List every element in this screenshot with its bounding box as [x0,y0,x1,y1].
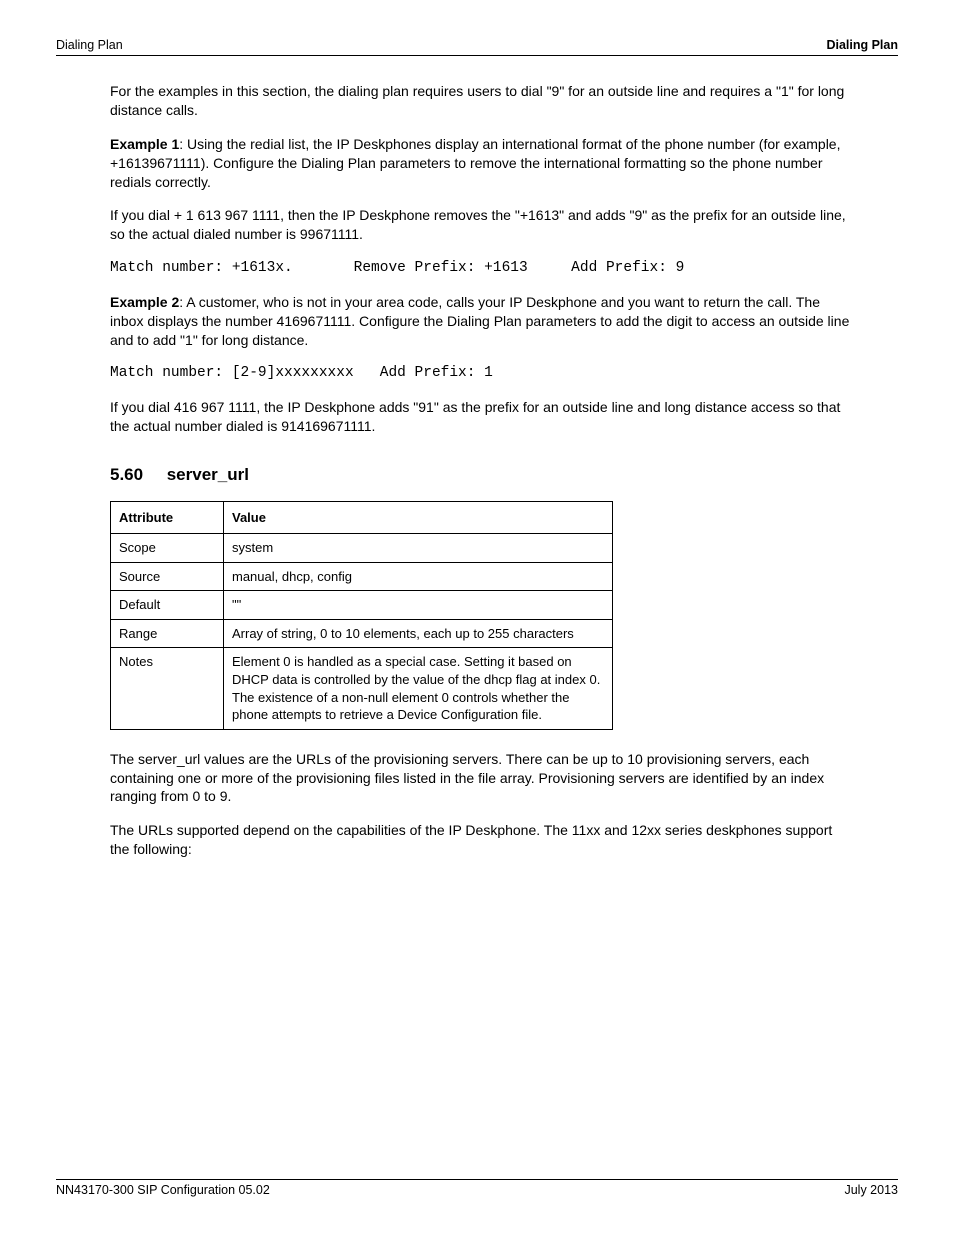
page-header: Dialing Plan Dialing Plan [56,38,898,56]
example-1-label: Example 1 [110,136,179,152]
table-row: Default"" [111,591,613,620]
table-row: NotesElement 0 is handled as a special c… [111,648,613,729]
example-2-label: Example 2 [110,294,179,310]
page-content: For the examples in this section, the di… [110,82,850,859]
paragraph-server-url-2: The URLs supported depend on the capabil… [110,821,850,859]
example-1-desc: If you dial + 1 613 967 1111, then the I… [110,206,850,244]
section-title: server_url [167,465,249,484]
table-cell: Range [111,619,224,648]
table-row: Scopesystem [111,534,613,563]
table-cell: "" [224,591,613,620]
table-header-value: Value [224,501,613,534]
example-2-desc: If you dial 416 967 1111, the IP Deskpho… [110,398,850,436]
table-cell: Scope [111,534,224,563]
example-1: Example 1: Using the redial list, the IP… [110,135,850,192]
table-cell: Default [111,591,224,620]
code-block-1: Match number: +1613x. Remove Prefix: +16… [110,259,850,279]
table-cell: Element 0 is handled as a special case. … [224,648,613,729]
example-2: Example 2: A customer, who is not in you… [110,293,850,350]
table-header-attribute: Attribute [111,501,224,534]
table-cell: Source [111,562,224,591]
table-cell: system [224,534,613,563]
table-cell: Notes [111,648,224,729]
footer-left: NN43170-300 SIP Configuration 05.02 [56,1183,270,1197]
example-1-text: : Using the redial list, the IP Deskphon… [110,136,841,190]
table-row: Sourcemanual, dhcp, config [111,562,613,591]
table-cell: manual, dhcp, config [224,562,613,591]
example-2-text: : A customer, who is not in your area co… [110,294,849,348]
section-number: 5.60 [110,465,143,484]
attribute-table: Attribute Value Scopesystem Sourcemanual… [110,501,613,730]
footer-right: July 2013 [844,1183,898,1197]
table-cell: Array of string, 0 to 10 elements, each … [224,619,613,648]
header-right: Dialing Plan [826,38,898,52]
section-heading: 5.60 server_url [110,464,850,487]
code-block-2: Match number: [2-9]xxxxxxxxx Add Prefix:… [110,364,850,384]
header-left: Dialing Plan [56,38,123,52]
table-row: RangeArray of string, 0 to 10 elements, … [111,619,613,648]
page-footer: NN43170-300 SIP Configuration 05.02 July… [56,1179,898,1197]
paragraph-server-url-1: The server_url values are the URLs of th… [110,750,850,807]
table-header-row: Attribute Value [111,501,613,534]
paragraph-intro: For the examples in this section, the di… [110,82,850,120]
